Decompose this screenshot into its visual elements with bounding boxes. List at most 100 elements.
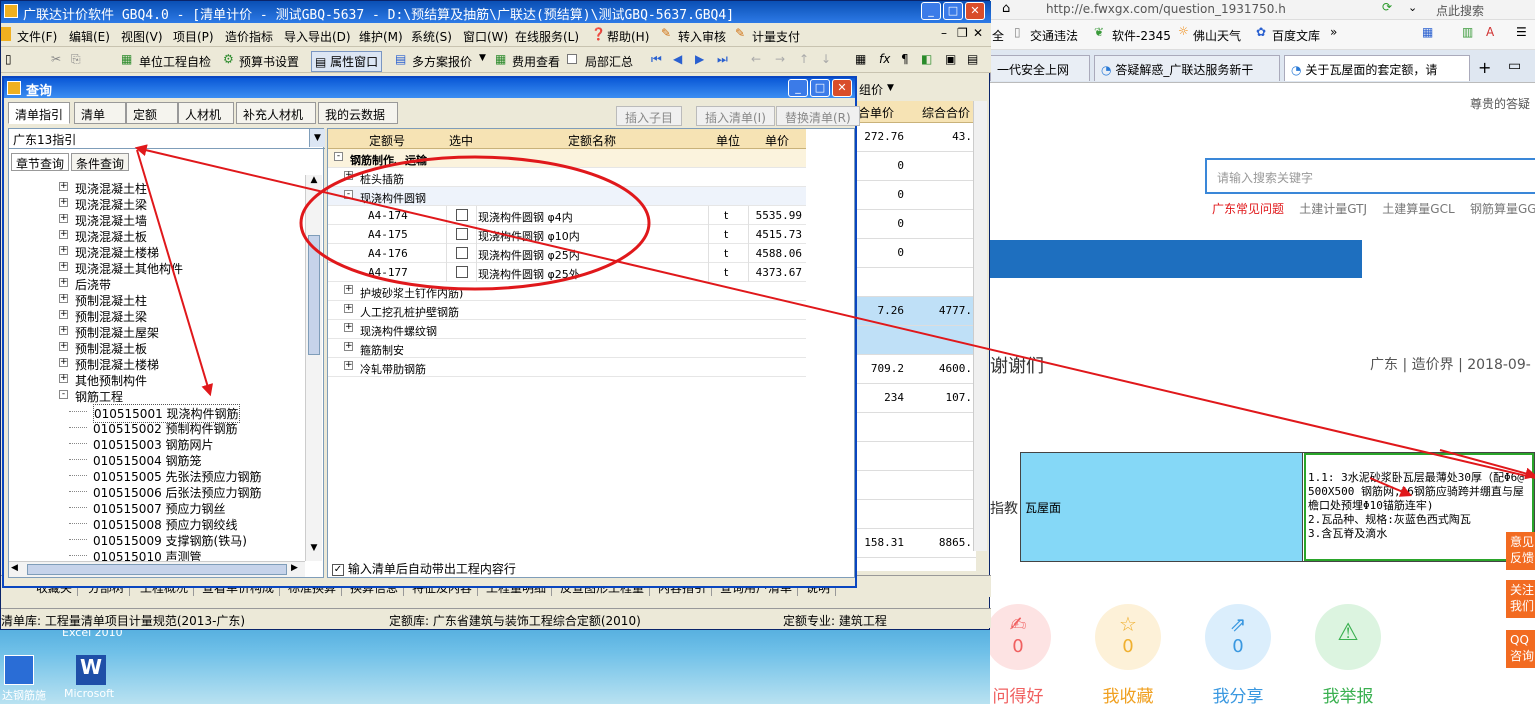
bookmark-item[interactable]: 佛山天气 bbox=[1193, 27, 1241, 44]
tree-node[interactable]: + 其他预制构件 bbox=[9, 371, 305, 388]
quota-row[interactable]: A4-177 现浇构件圆钢 φ25外 t 4373.67 bbox=[328, 263, 806, 282]
expand-icon[interactable]: + bbox=[59, 294, 68, 303]
tree-node[interactable]: + 现浇混凝土板 bbox=[9, 227, 305, 244]
feedback-button[interactable]: 意见 反馈 bbox=[1506, 532, 1535, 570]
partial-checkbox[interactable] bbox=[567, 54, 577, 64]
formula-icon[interactable]: fx bbox=[879, 52, 890, 66]
menu-indicator[interactable]: 造价指标 bbox=[225, 28, 273, 45]
tab-quota[interactable]: 定额 bbox=[126, 102, 178, 124]
table-icon[interactable]: ▤ bbox=[967, 52, 978, 66]
collapse-icon[interactable]: - bbox=[59, 390, 68, 399]
tree-node[interactable]: + 预制混凝土楼梯 bbox=[9, 355, 305, 372]
dropdown-icon[interactable]: ⌄ bbox=[1408, 1, 1417, 14]
hot-link[interactable]: 土建算量GCL bbox=[1382, 202, 1454, 216]
cube-icon[interactable]: ◧ bbox=[921, 52, 932, 66]
tab-supplement[interactable]: 补充人材机 bbox=[236, 102, 316, 124]
multi-scheme-button[interactable]: 多方案报价 bbox=[412, 53, 472, 70]
nav-first-icon[interactable]: ⏮ bbox=[651, 52, 662, 67]
expand-icon[interactable]: + bbox=[344, 285, 353, 294]
hot-link[interactable]: 钢筋算量GG bbox=[1470, 202, 1535, 216]
grid-row[interactable] bbox=[857, 413, 976, 442]
expand-icon[interactable]: + bbox=[344, 323, 353, 332]
copy-icon[interactable]: ⎘ bbox=[71, 52, 81, 67]
browser-tab[interactable]: 一代安全上网 bbox=[990, 55, 1090, 81]
follow-button[interactable]: 关注 我们 bbox=[1506, 580, 1535, 618]
tree-node[interactable]: 010515005 先张法预应力钢筋 bbox=[9, 467, 305, 484]
menu-window[interactable]: 窗口(W) bbox=[463, 28, 508, 45]
grid-row[interactable]: 158.31 8865. bbox=[857, 529, 976, 558]
qq-button[interactable]: QQ 咨询 bbox=[1506, 630, 1535, 668]
menu-edit[interactable]: 编辑(E) bbox=[69, 28, 110, 45]
home-icon[interactable]: ⌂ bbox=[1002, 1, 1010, 16]
quota-row[interactable]: - 现浇构件圆钢 bbox=[328, 187, 806, 206]
desktop-icon-2[interactable]: W Microsoft bbox=[64, 655, 124, 704]
tree-vscroll[interactable]: ▲ ▼ bbox=[305, 175, 322, 561]
grid-vscroll[interactable] bbox=[973, 101, 987, 551]
new-tab-icon[interactable]: + bbox=[1478, 58, 1491, 77]
tree-node[interactable]: + 现浇混凝土墙 bbox=[9, 211, 305, 228]
insert-item-button[interactable]: 插入子目 bbox=[616, 106, 683, 126]
arrow-right-icon[interactable]: → bbox=[775, 52, 785, 66]
tree-node[interactable]: 010515006 后张法预应力钢筋 bbox=[9, 483, 305, 500]
quota-row[interactable]: + 护坡砂浆土钉作内筋) bbox=[328, 282, 806, 301]
scroll-down-icon[interactable]: ▼ bbox=[306, 543, 322, 559]
image-icon[interactable]: ▣ bbox=[945, 52, 956, 66]
self-check-button[interactable]: 单位工程自检 bbox=[139, 53, 211, 70]
action-share[interactable]: ⇗ 0 我分享 bbox=[1183, 604, 1293, 704]
replace-bill-button[interactable]: 替换清单(R) bbox=[776, 106, 860, 126]
tab-chapter-query[interactable]: 章节查询 bbox=[11, 153, 70, 171]
collapse-icon[interactable]: - bbox=[334, 152, 343, 161]
bookmark-item[interactable]: 全 bbox=[992, 27, 1004, 44]
scroll-thumb[interactable] bbox=[308, 235, 320, 355]
bookmark-item[interactable]: 百度文库 bbox=[1272, 27, 1320, 44]
grid-row[interactable]: 709.2 4600. bbox=[857, 355, 976, 384]
grid-row[interactable] bbox=[857, 500, 976, 529]
expand-icon[interactable]: + bbox=[59, 262, 68, 271]
expand-icon[interactable]: + bbox=[59, 198, 68, 207]
mdi-restore-icon[interactable]: ❐ bbox=[957, 26, 968, 40]
expand-icon[interactable]: + bbox=[344, 171, 353, 180]
expand-icon[interactable]: + bbox=[59, 182, 68, 191]
quota-select-checkbox[interactable] bbox=[456, 247, 468, 259]
calculator-icon[interactable]: ▦ bbox=[855, 52, 866, 66]
bookmark-item[interactable]: 软件-2345 bbox=[1112, 27, 1171, 44]
apps-icon[interactable]: ▦ bbox=[1422, 25, 1433, 39]
bookmark-item[interactable]: 交通违法 bbox=[1030, 27, 1078, 44]
quota-select-checkbox[interactable] bbox=[456, 228, 468, 240]
grid-row[interactable]: 7.26 4777. bbox=[857, 297, 976, 326]
mdi-close-icon[interactable]: ✕ bbox=[973, 26, 983, 40]
site-search-input[interactable]: 请输入搜索关键字 bbox=[1205, 158, 1535, 194]
tree-node[interactable]: 010515001 现浇构件钢筋 bbox=[9, 403, 305, 423]
browser-tab-active[interactable]: ◔ 关于瓦屋面的套定额，请 bbox=[1284, 55, 1470, 81]
tab-cloud[interactable]: 我的云数据 bbox=[318, 102, 398, 124]
property-window-button[interactable]: ▤ 属性窗口 bbox=[311, 51, 383, 72]
menu-project[interactable]: 项目(P) bbox=[173, 28, 214, 45]
tree-node[interactable]: + 现浇混凝土楼梯 bbox=[9, 243, 305, 260]
tree-node[interactable]: 010515009 支撑钢筋(铁马) bbox=[9, 531, 305, 548]
arrow-left-icon[interactable]: ← bbox=[751, 52, 761, 66]
grid-row[interactable]: 0 bbox=[857, 210, 976, 239]
scroll-left-icon[interactable]: ◀ bbox=[11, 563, 18, 573]
menu-online[interactable]: 在线服务(L) bbox=[515, 28, 579, 45]
arrow-down-icon[interactable]: ↓ bbox=[821, 52, 831, 66]
tree-node[interactable]: 010515010 声测管 bbox=[9, 547, 305, 561]
quota-select-checkbox[interactable] bbox=[456, 209, 468, 221]
chevron-down-icon[interactable]: ▼ bbox=[309, 129, 325, 147]
expand-icon[interactable]: + bbox=[59, 342, 68, 351]
auto-content-checkbox[interactable]: ✓ bbox=[332, 563, 344, 576]
menu-view[interactable]: 视图(V) bbox=[121, 28, 163, 45]
tree-node[interactable]: + 现浇混凝土梁 bbox=[9, 195, 305, 212]
tree-node[interactable]: 010515002 预制构件钢筋 bbox=[9, 419, 305, 436]
nav-next-icon[interactable]: ▶ bbox=[695, 52, 704, 66]
hot-link[interactable]: 广东常见问题 bbox=[1212, 202, 1284, 216]
quota-row[interactable]: + 桩头插筋 bbox=[328, 168, 806, 187]
tree-node[interactable]: + 预制混凝土柱 bbox=[9, 291, 305, 308]
menu-icon[interactable]: ☰ bbox=[1516, 25, 1527, 39]
menu-help[interactable]: 帮助(H) bbox=[607, 28, 649, 45]
nav-prev-icon[interactable]: ◀ bbox=[673, 52, 682, 66]
expand-icon[interactable]: + bbox=[59, 230, 68, 239]
grid-row[interactable] bbox=[857, 471, 976, 500]
action-report[interactable]: ⚠ 我举报 bbox=[1293, 604, 1403, 704]
group-price-dropdown-icon[interactable]: ▼ bbox=[887, 83, 894, 93]
tree-node[interactable]: 010515007 预应力钢丝 bbox=[9, 499, 305, 516]
